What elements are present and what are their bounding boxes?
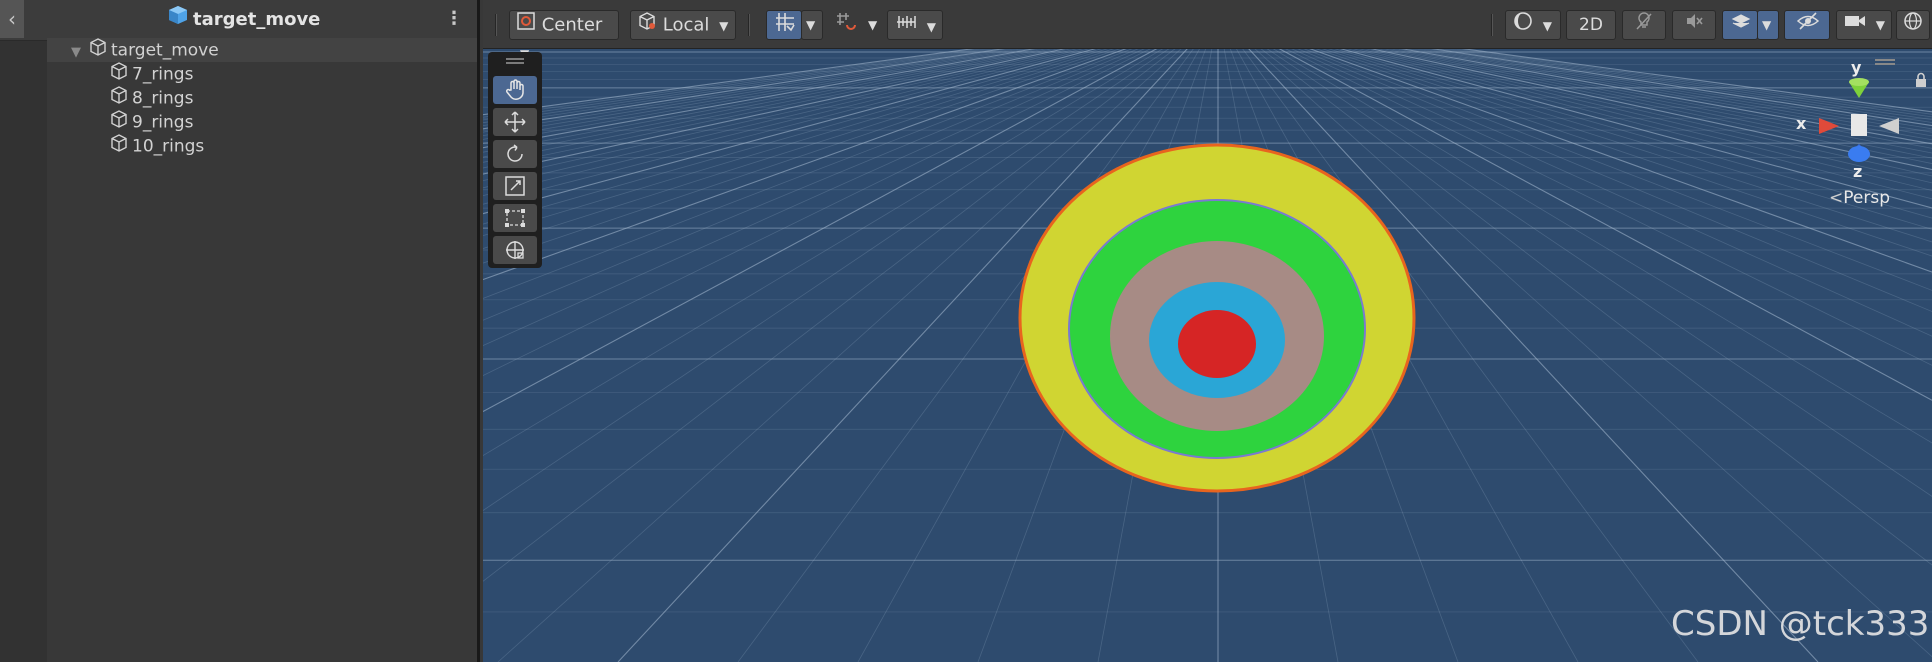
increment-snap-icon <box>835 11 857 42</box>
transform-tool-button[interactable] <box>493 236 537 264</box>
toolbar-grip <box>495 14 497 36</box>
rect-tool-button[interactable] <box>493 204 537 232</box>
pivot-center-icon <box>516 11 536 40</box>
camera-settings-dropdown[interactable]: ▼ <box>1836 10 1892 40</box>
kebab-menu-icon[interactable]: ⋮ <box>445 9 463 29</box>
hierarchy-item-7-rings[interactable]: 7_rings <box>110 62 477 87</box>
increment-snap-options-button[interactable]: ▼ <box>863 10 885 40</box>
hierarchy-item-label: target_move <box>111 40 219 61</box>
hierarchy-item-label: 7_rings <box>132 64 194 85</box>
increment-snap-toggle[interactable] <box>827 10 863 40</box>
expand-caret-icon[interactable]: ▼ <box>71 41 85 65</box>
pivot-rotation-label: Local <box>662 14 710 36</box>
grid-ruler-icon <box>895 11 917 42</box>
watermark-text: CSDN @tck333 <box>1671 604 1930 644</box>
hierarchy-panel: ‹ target_move ⋮ ▼ target_move 7_rings 8_… <box>0 0 480 662</box>
target-object[interactable] <box>1018 143 1416 493</box>
projection-label: Persp <box>1843 188 1890 208</box>
scene-visibility-toggle[interactable] <box>1784 10 1830 40</box>
prefab-title-label: target_move <box>193 9 321 30</box>
chevron-down-icon: ▼ <box>1875 18 1885 32</box>
chevron-down-icon: ▼ <box>1762 18 1772 32</box>
hierarchy-item-10-rings[interactable]: 10_rings <box>110 134 477 159</box>
hierarchy-item-9-rings[interactable]: 9_rings <box>110 110 477 135</box>
chevron-down-icon: ▼ <box>806 18 816 32</box>
effects-options-button[interactable]: ▼ <box>1757 10 1779 40</box>
lightbulb-off-icon <box>1634 11 1654 40</box>
scene-toolbar: Center ▼ Local ▼ ▼ ▼ <box>483 0 1932 61</box>
hierarchy-gutter <box>0 0 47 662</box>
scene-viewport[interactable] <box>483 48 1932 662</box>
grid-snap-icon <box>774 11 796 42</box>
hierarchy-item-8-rings[interactable]: 8_rings <box>110 86 477 111</box>
2d-toggle-label: 2D <box>1579 15 1603 35</box>
gizmo-x-label[interactable]: x <box>1796 114 1806 133</box>
lighting-toggle-button[interactable] <box>1622 10 1666 40</box>
orientation-gizmo[interactable]: y x z <box>1793 58 1923 208</box>
rotate-tool-button[interactable] <box>493 140 537 168</box>
camera-icon <box>1844 11 1866 39</box>
gameobject-cube-icon <box>110 62 128 87</box>
hand-tool-button[interactable] <box>493 76 537 104</box>
2d-toggle-button[interactable]: 2D <box>1566 10 1616 40</box>
gizmo-z-label[interactable]: z <box>1853 162 1862 181</box>
gameobject-cube-icon <box>110 134 128 159</box>
projection-toggle[interactable]: <Persp <box>1829 188 1890 208</box>
audio-toggle-button[interactable] <box>1672 10 1716 40</box>
hierarchy-item-target-move[interactable]: ▼ target_move <box>47 38 477 62</box>
chevron-down-icon: ▼ <box>926 19 936 34</box>
chevron-down-icon: ▼ <box>719 18 729 33</box>
shading-sphere-icon <box>1513 11 1533 40</box>
local-cube-icon <box>637 11 657 40</box>
layers-effects-icon <box>1731 11 1751 40</box>
rotate-icon <box>507 144 523 162</box>
effects-toggle-button[interactable] <box>1722 10 1758 40</box>
audio-mute-icon <box>1684 11 1704 40</box>
hand-icon <box>505 79 524 100</box>
gizmos-toggle-button[interactable] <box>1896 10 1930 40</box>
move-tool-button[interactable] <box>493 108 537 136</box>
toolbar-separator <box>1491 14 1493 36</box>
lock-icon[interactable] <box>1914 72 1928 88</box>
chevron-down-icon: ▼ <box>1542 18 1552 33</box>
tools-overlay <box>488 52 542 268</box>
scene-view[interactable]: Center ▼ Local ▼ ▼ ▼ <box>483 0 1932 662</box>
prefab-title: target_move <box>168 0 320 40</box>
grid-snap-options-button[interactable]: ▼ <box>801 10 823 40</box>
hierarchy-header: ‹ target_move ⋮ <box>0 0 477 41</box>
grid-snap-toggle[interactable] <box>766 10 802 40</box>
toolbar-separator <box>748 14 750 36</box>
transform-icon <box>506 241 524 259</box>
overlay-drag-handle-icon[interactable] <box>506 58 524 66</box>
gizmo-globe-icon <box>1903 11 1923 40</box>
pivot-mode-dropdown[interactable]: Center ▼ <box>509 10 619 61</box>
hierarchy-item-label: 10_rings <box>132 136 205 157</box>
prefab-cube-icon <box>168 0 188 40</box>
pivot-mode-label: Center <box>541 14 603 36</box>
gameobject-cube-icon <box>110 110 128 135</box>
gameobject-cube-icon <box>110 86 128 111</box>
scale-tool-button[interactable] <box>493 172 537 200</box>
draw-mode-dropdown[interactable]: ▼ <box>1505 10 1561 40</box>
chevron-left-icon: < <box>1829 188 1844 208</box>
move-arrows-icon <box>504 111 526 133</box>
rect-transform-icon <box>505 209 525 227</box>
eye-slash-icon <box>1796 11 1820 40</box>
hierarchy-item-label: 9_rings <box>132 112 194 133</box>
back-button[interactable]: ‹ <box>0 0 24 38</box>
target-bullseye[interactable] <box>1178 310 1256 378</box>
grid-visibility-dropdown[interactable]: ▼ <box>887 10 943 40</box>
hierarchy-item-label: 8_rings <box>132 88 194 109</box>
scale-icon <box>505 176 525 196</box>
pivot-rotation-dropdown[interactable]: Local ▼ <box>630 10 736 40</box>
chevron-down-icon: ▼ <box>868 18 878 32</box>
gizmo-y-label[interactable]: y <box>1851 58 1861 77</box>
gameobject-cube-icon <box>89 38 107 63</box>
chevron-left-icon: ‹ <box>8 7 16 31</box>
